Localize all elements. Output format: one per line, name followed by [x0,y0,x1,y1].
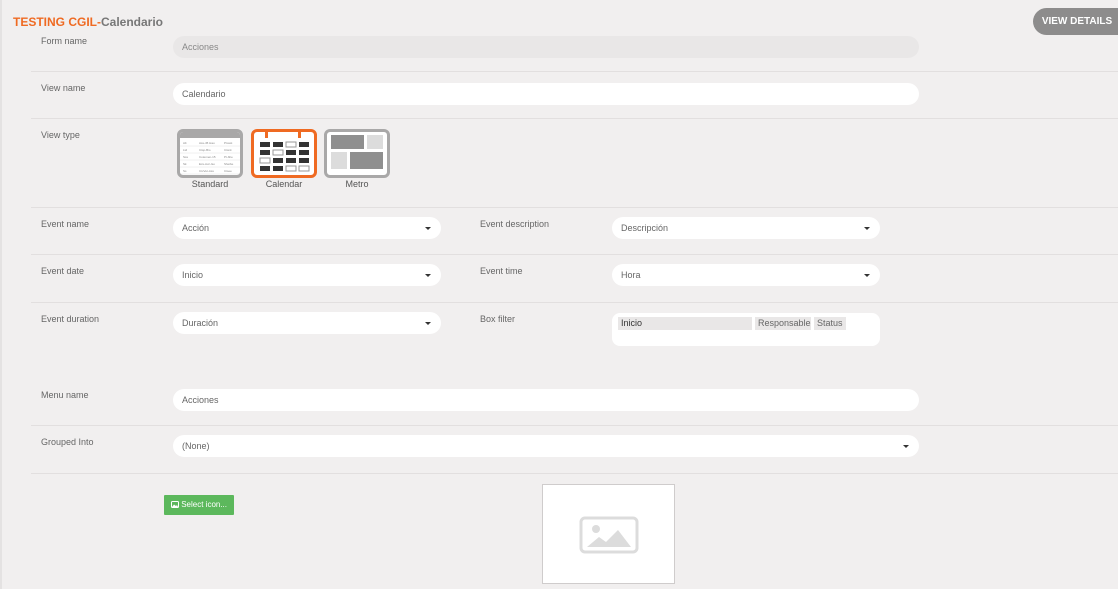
view-type-standard-label: Standard [191,179,229,189]
standard-preview-cell: CtxVet-Ass [199,169,214,173]
view-type-calendar-option[interactable] [251,129,317,178]
standard-preview-cell: Ss [183,169,187,173]
standard-preview-cell: Pt-bhe [224,155,233,159]
icon-preview [542,484,675,584]
select-icon-button[interactable]: Select icon... [164,495,234,515]
standard-preview-cell: Ctsp-Bio [199,148,211,152]
form-designer-page: TESTING CGIL-Calendario VIEW DETAILS For… [0,0,1118,589]
menu-name-input[interactable]: Acciones [173,389,919,411]
box-filter-chip[interactable]: Inicio [618,317,752,330]
app-name: TESTING CGIL [13,15,97,29]
view-type-metro-option[interactable] [324,129,390,178]
metro-view-icon [331,135,383,169]
standard-preview-cell: Ltd [183,148,188,152]
event-name-label: Event name [41,219,90,229]
event-description-select[interactable]: Descripción [612,217,880,239]
standard-preview-cell: Ctsee [224,169,232,173]
standard-preview-cell: Ass-45 Hau [199,141,215,145]
event-duration-select[interactable]: Duración [173,312,441,334]
divider [31,118,1118,119]
divider [31,302,1118,303]
box-filter-field[interactable]: Inicio Responsable Status [612,313,880,346]
grouped-into-select[interactable]: (None) [173,435,919,457]
event-duration-label: Event duration [41,314,100,324]
select-icon-label: Select icon... [181,500,228,509]
event-date-label: Event date [41,266,85,276]
view-type-calendar-label: Calendar [265,179,303,189]
box-filter-chip[interactable]: Status [814,317,846,330]
event-description-label: Event description [480,219,550,229]
divider [31,254,1118,255]
image-placeholder-icon [579,516,639,554]
standard-preview-cell: Alt [183,141,187,145]
table-view-icon: Alt Ass-45 Hau Ptosst Ltd Ctsp-Bio Ctsnk Sss Co… [180,132,240,175]
view-details-button[interactable]: VIEW DETAILS [1033,8,1118,35]
divider [31,473,1118,474]
standard-preview-cell: Ctsnk [224,148,232,152]
form-name-label: Form name [41,36,88,46]
standard-preview-cell: Cotemen-15 [199,155,216,159]
menu-name-label: Menu name [41,390,89,400]
event-time-label: Event time [480,266,523,276]
image-icon [170,501,179,508]
standard-preview-cell: Sss [183,155,189,159]
standard-preview-cell: Ecs-Avc-Iso [199,162,215,166]
calendar-view-icon [259,132,310,172]
grouped-into-label: Grouped Into [41,437,94,447]
box-filter-chip[interactable]: Responsable [755,317,811,330]
page-title: TESTING CGIL-Calendario [13,15,163,29]
view-name-input[interactable]: Calendario [173,83,919,105]
divider [31,207,1118,208]
standard-preview-cell: Ptosst [224,141,233,145]
view-type-standard-option[interactable]: Alt Ass-45 Hau Ptosst Ltd Ctsp-Bio Ctsnk Sss Co… [177,129,243,178]
form-name-title: Calendario [101,15,164,29]
view-type-metro-label: Metro [345,179,369,189]
view-name-label: View name [41,83,86,93]
divider [31,71,1118,72]
view-type-label: View type [41,130,80,140]
form-name-field: Acciones [173,36,919,58]
event-time-select[interactable]: Hora [612,264,880,286]
box-filter-label: Box filter [480,314,516,324]
standard-preview-cell: Sheibe [224,162,234,166]
divider [31,425,1118,426]
standard-preview-cell: Sk [183,162,187,166]
event-name-select[interactable]: Acción [173,217,441,239]
event-date-select[interactable]: Inicio [173,264,441,286]
